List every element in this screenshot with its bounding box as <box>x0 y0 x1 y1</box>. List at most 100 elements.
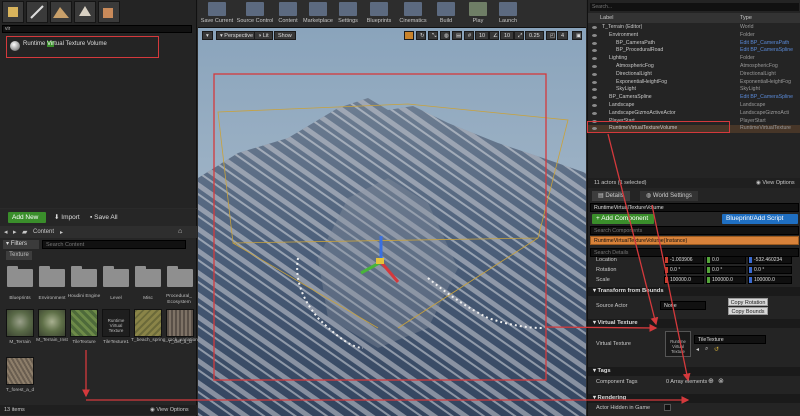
import-button[interactable]: ⬇ Import <box>50 212 84 223</box>
maximize-viewport-icon[interactable]: ▣ <box>572 31 582 40</box>
outliner-row-type[interactable]: Edit BP_CameraSpline <box>740 94 793 102</box>
outliner-row[interactable]: DirectionalLight DirectionalLight <box>588 71 800 79</box>
camera-speed-value[interactable]: 4 <box>557 31 569 40</box>
rotate-tool-icon[interactable]: ↻ <box>416 31 426 40</box>
outliner-row[interactable]: Environment Folder <box>588 32 800 40</box>
browse-icon[interactable]: ⌕ <box>705 346 708 353</box>
world-local-icon[interactable]: ◍ <box>440 31 450 40</box>
visibility-eye-icon[interactable] <box>592 26 597 29</box>
settings-button[interactable]: Settings <box>336 0 360 28</box>
rotation-z-field[interactable]: 0.0 ° <box>748 266 792 274</box>
folder-icon[interactable] <box>167 266 193 287</box>
blueprint-add-script-button[interactable]: Blueprint/Add Script <box>722 214 798 224</box>
location-x-field[interactable]: -1.003906 <box>664 256 704 264</box>
visibility-eye-icon[interactable] <box>592 49 597 53</box>
grid-snap-value[interactable]: 10 <box>475 31 490 40</box>
perspective-button[interactable]: ▾ Perspective <box>216 31 258 40</box>
translate-tool-icon[interactable] <box>404 31 414 40</box>
visibility-eye-icon[interactable] <box>592 65 597 68</box>
outliner-row[interactable]: SkyLight SkyLight <box>588 86 800 94</box>
folder-icon[interactable] <box>71 266 97 287</box>
visibility-eye-icon[interactable] <box>592 57 597 61</box>
breadcrumb-chevron-icon[interactable]: ▸ <box>60 229 63 236</box>
rotation-snap-icon[interactable]: ∠ <box>489 31 499 40</box>
outliner-row[interactable]: BP_CameraSpline Edit BP_CameraSpline <box>588 94 800 102</box>
folder-icon[interactable] <box>39 266 65 287</box>
search-components-input[interactable]: Search Components <box>590 226 799 235</box>
breadcrumb-content[interactable]: Content <box>33 229 54 235</box>
actor-name-field[interactable]: RuntimeVirtualTextureVolume <box>590 203 799 212</box>
type-column-header[interactable]: Type <box>740 13 752 23</box>
rotation-x-field[interactable]: 0.0 ° <box>664 266 704 274</box>
build-button[interactable]: Build <box>434 0 458 28</box>
visibility-eye-icon[interactable] <box>592 88 597 92</box>
cinematics-button[interactable]: Cinematics <box>398 0 428 28</box>
source-actor-dropdown[interactable]: None <box>660 301 706 310</box>
outliner-row[interactable]: T_Terrain (Editor) World <box>588 24 800 32</box>
add-component-button[interactable]: + Add Component <box>592 214 654 224</box>
scale-tool-icon[interactable]: ⤡ <box>428 31 438 40</box>
location-y-field[interactable]: 0.0 <box>706 256 746 264</box>
runtime-virtual-texture-volume-item[interactable]: Runtime Virtual Texture Volume <box>6 36 159 58</box>
source-control-button[interactable]: Source Control <box>236 0 274 28</box>
outliner-row[interactable]: LandscapeGizmoActiveActor LandscapeGizmoA… <box>588 110 800 118</box>
save-all-button[interactable]: ▪ Save All <box>86 212 122 223</box>
launch-button[interactable]: Launch <box>496 0 520 28</box>
folder-icon[interactable] <box>135 266 161 287</box>
save-current-button[interactable]: Save Current <box>200 0 234 28</box>
scale-snap-value[interactable]: 0.25 <box>525 31 544 40</box>
asset-thumbnail[interactable] <box>166 309 194 337</box>
asset-thumbnail[interactable] <box>38 309 66 337</box>
location-z-field[interactable]: -532.460234 <box>748 256 792 264</box>
copy-bounds-button[interactable]: Copy Bounds <box>728 307 768 315</box>
geometry-mode-icon[interactable] <box>98 1 120 23</box>
visibility-eye-icon[interactable] <box>592 72 597 76</box>
visibility-eye-icon[interactable] <box>592 33 597 37</box>
asset-thumbnail[interactable]: Runtime Virtual Texture <box>102 309 130 337</box>
outliner-row[interactable]: Lighting Folder <box>588 55 800 63</box>
view-options-button[interactable]: ◉ View Options <box>756 178 795 188</box>
add-new-button[interactable]: Add New ▾ <box>8 212 46 232</box>
outliner-search-input[interactable]: Search... <box>590 3 799 11</box>
lit-button[interactable]: ◑ Lit <box>254 31 273 40</box>
asset-thumbnail[interactable] <box>6 309 34 337</box>
visibility-eye-icon[interactable] <box>592 104 597 107</box>
scale-snap-icon[interactable]: ⤢ <box>514 31 524 40</box>
folder-icon[interactable] <box>7 266 33 287</box>
content-button[interactable]: Content <box>276 0 300 28</box>
landscape-mode-icon[interactable] <box>50 1 72 23</box>
surface-snap-icon[interactable]: ▤ <box>452 31 462 40</box>
outliner-row-type[interactable]: Edit BP_CameraPath <box>740 40 789 48</box>
add-element-icon[interactable]: ⊕ <box>708 377 714 385</box>
delete-icon[interactable]: ⊗ <box>718 377 724 385</box>
scale-x-field[interactable]: 100000.0 <box>664 276 704 284</box>
virtual-texture-thumbnail[interactable]: Runtime Virtual Texture <box>665 331 691 357</box>
visibility-eye-icon[interactable] <box>592 80 597 84</box>
lock-icon[interactable]: ⌂ <box>178 228 182 235</box>
play-button[interactable]: Play <box>466 0 490 28</box>
content-search-input[interactable]: Search Content <box>42 240 186 249</box>
marketplace-button[interactable]: Marketplace <box>302 0 334 28</box>
level-viewport[interactable]: ▾ ▾ Perspective ◑ Lit Show ↻ ⤡ ◍ ▤ # 10 … <box>198 28 586 416</box>
back-arrow-icon[interactable]: ◂ <box>4 228 8 236</box>
virtual-texture-section[interactable]: ▾ Virtual Texture <box>588 319 800 328</box>
asset-thumbnail[interactable] <box>6 357 34 385</box>
grid-snap-icon[interactable]: # <box>464 31 474 40</box>
place-mode-icon[interactable] <box>2 1 24 23</box>
rotation-y-field[interactable]: 0.0 ° <box>706 266 746 274</box>
scale-y-field[interactable]: 100000.0 <box>706 276 746 284</box>
label-column-header[interactable]: Label <box>600 13 613 23</box>
copy-rotation-button[interactable]: Copy Rotation <box>728 298 768 306</box>
visibility-eye-icon[interactable] <box>592 96 597 100</box>
folder-icon[interactable] <box>103 266 129 287</box>
paint-mode-icon[interactable] <box>26 1 48 23</box>
outliner-row[interactable]: BP_CameraPath Edit BP_CameraPath <box>588 40 800 48</box>
view-options-button[interactable]: ◉ View Options <box>150 405 189 415</box>
component-instance-row[interactable]: RuntimeVirtualTextureVolume(Instance) <box>590 236 799 245</box>
asset-thumbnail[interactable] <box>134 309 162 337</box>
filters-dropdown[interactable]: ▾ Filters <box>3 240 39 249</box>
visibility-eye-icon[interactable] <box>592 41 597 45</box>
modes-search-input[interactable]: vir <box>2 25 192 33</box>
tab-world-settings[interactable]: ◍ World Settings <box>640 191 698 201</box>
blueprints-button[interactable]: Blueprints <box>364 0 394 28</box>
